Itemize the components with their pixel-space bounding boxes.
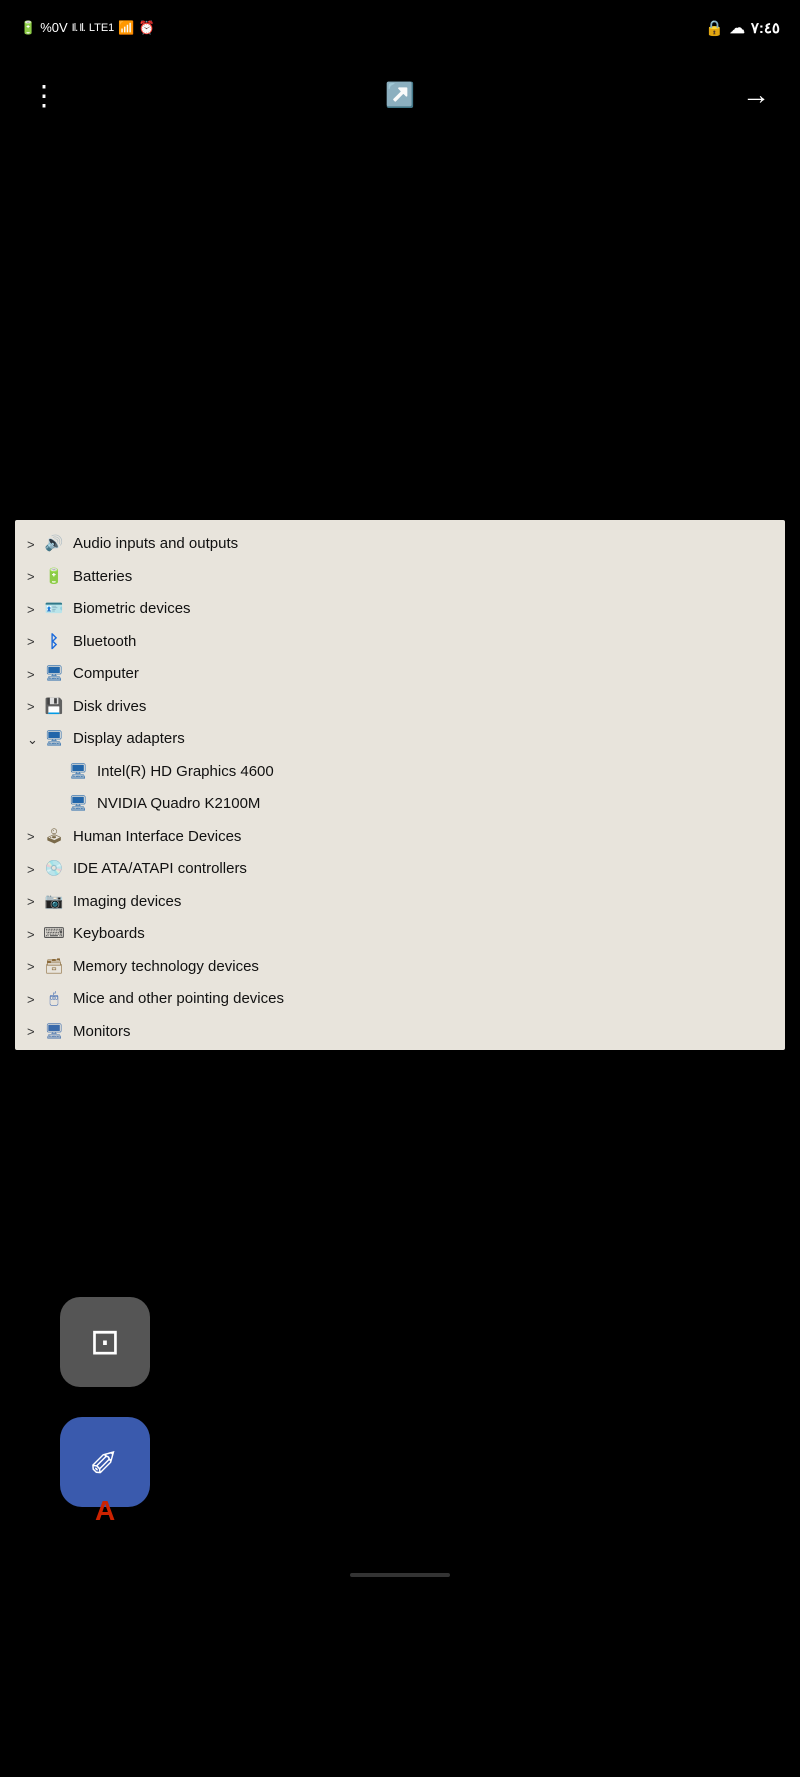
time-display: ٧:٤٥ — [751, 19, 780, 37]
hid-icon: 🕹 — [43, 828, 65, 846]
device-label: Batteries — [73, 566, 132, 589]
device-label: Audio inputs and outputs — [73, 533, 238, 556]
display-icon: 🖥 — [43, 730, 65, 748]
chevron-icon: > — [27, 567, 43, 587]
chevron-icon: > — [27, 697, 43, 717]
device-label: IDE ATA/ATAPI controllers — [73, 858, 247, 881]
device-label: Disk drives — [73, 696, 146, 719]
device-label: Computer — [73, 663, 139, 686]
menu-button[interactable]: ⋮ — [30, 79, 58, 112]
device-manager-panel: > 🔊 Audio inputs and outputs > 🔋 Batteri… — [15, 520, 785, 1050]
chevron-icon: > — [27, 860, 43, 880]
list-item[interactable]: > ⌨ Keyboards — [15, 918, 785, 951]
chevron-icon: > — [27, 665, 43, 685]
device-list: > 🔊 Audio inputs and outputs > 🔋 Batteri… — [15, 520, 785, 1050]
display-label: Display adapters — [73, 728, 185, 751]
memory-icon: 🗃 — [43, 958, 65, 976]
chevron-icon: > — [27, 827, 43, 847]
device-label: Biometric devices — [73, 598, 191, 621]
imaging-icon: 📷 — [43, 893, 65, 911]
list-item[interactable]: 🖥 NVIDIA Quadro K2100M — [15, 788, 785, 821]
monitors-icon: 🖥 — [43, 1023, 65, 1041]
chevron-icon: > — [27, 925, 43, 945]
status-text: %0V — [40, 20, 67, 35]
list-item[interactable]: > 🔊 Audio inputs and outputs — [15, 528, 785, 561]
chevron-icon: > — [27, 535, 43, 555]
list-item[interactable]: > 💿 IDE ATA/ATAPI controllers — [15, 853, 785, 886]
chevron-icon: > — [27, 632, 43, 652]
list-item[interactable]: > 📷 Imaging devices — [15, 886, 785, 919]
device-label: Keyboards — [73, 923, 145, 946]
device-label: Imaging devices — [73, 891, 181, 914]
ide-icon: 💿 — [43, 860, 65, 878]
display-adapters-item[interactable]: ⌄ 🖥 Display adapters — [15, 723, 785, 756]
device-label: Monitors — [73, 1021, 131, 1044]
mice-icon: 🖱 — [43, 990, 65, 1008]
disk-icon: 💾 — [43, 698, 65, 716]
cloud-icon: ☁ — [730, 19, 745, 37]
bluetooth-item[interactable]: > ᛒ Bluetooth — [15, 626, 785, 659]
edit-button[interactable]: ✏ — [60, 1417, 150, 1507]
pencil-icon: ✏ — [79, 1436, 130, 1487]
bluetooth-label: Bluetooth — [73, 631, 136, 654]
chevron-icon: > — [27, 990, 43, 1010]
list-item[interactable]: > 🗃 Memory technology devices — [15, 951, 785, 984]
list-item[interactable]: > 🌐 Network adapters — [15, 1048, 785, 1050]
chevron-icon: > — [27, 600, 43, 620]
battery-device-icon: 🔋 — [43, 568, 65, 586]
intel-graphics-icon: 🖥 — [67, 763, 89, 781]
nvidia-icon: 🖥 — [67, 795, 89, 813]
chevron-icon: > — [27, 892, 43, 912]
chevron-icon: > — [27, 957, 43, 977]
bluetooth-icon: ᛒ — [43, 633, 65, 651]
intel-graphics-label: Intel(R) HD Graphics 4600 — [97, 761, 274, 784]
computer-icon: 🖥 — [43, 665, 65, 683]
battery-icon: 🔋 — [20, 20, 36, 36]
nvidia-label: NVIDIA Quadro K2100M — [97, 793, 260, 816]
chevron-down-icon: ⌄ — [27, 730, 43, 750]
wifi-icon: 📶 — [118, 20, 134, 36]
red-letter-overlay: A — [95, 1495, 115, 1527]
list-item[interactable]: > 🕹 Human Interface Devices — [15, 821, 785, 854]
list-item[interactable]: > 🖱 Mice and other pointing devices — [15, 983, 785, 1016]
list-item[interactable]: > 🖥 Monitors — [15, 1016, 785, 1049]
list-item[interactable]: > 🪪 Biometric devices — [15, 593, 785, 626]
screenshot-icon: ⊡ — [90, 1321, 120, 1363]
device-label: Human Interface Devices — [73, 826, 241, 849]
signal-icon: Il. Il. — [72, 22, 85, 34]
action-bar: ⋮ ↗️ → — [0, 55, 800, 135]
list-item[interactable]: > 💾 Disk drives — [15, 691, 785, 724]
share-button[interactable]: ↗️ — [385, 81, 415, 110]
lte-text: LTE1 — [89, 22, 114, 34]
screenshot-button[interactable]: ⊡ — [60, 1297, 150, 1387]
status-bar: 🔋 %0V Il. Il. LTE1 📶 ⏰ 🔒 ☁ ٧:٤٥ — [0, 0, 800, 55]
scroll-indicator — [350, 1573, 450, 1577]
chevron-icon: > — [27, 1022, 43, 1042]
list-item[interactable]: > 🖥 Computer — [15, 658, 785, 691]
list-item[interactable]: > 🔋 Batteries — [15, 561, 785, 594]
device-label: Mice and other pointing devices — [73, 988, 284, 1011]
list-item[interactable]: 🖥 Intel(R) HD Graphics 4600 — [15, 756, 785, 789]
forward-button[interactable]: → — [742, 79, 770, 111]
keyboard-icon: ⌨ — [43, 925, 65, 943]
biometric-icon: 🪪 — [43, 600, 65, 618]
status-right: 🔒 ☁ ٧:٤٥ — [705, 19, 780, 37]
status-left: 🔋 %0V Il. Il. LTE1 📶 ⏰ — [20, 20, 155, 36]
lock-icon: 🔒 — [705, 19, 724, 37]
device-label: Memory technology devices — [73, 956, 259, 979]
audio-icon: 🔊 — [43, 535, 65, 553]
alarm-icon: ⏰ — [139, 20, 155, 36]
